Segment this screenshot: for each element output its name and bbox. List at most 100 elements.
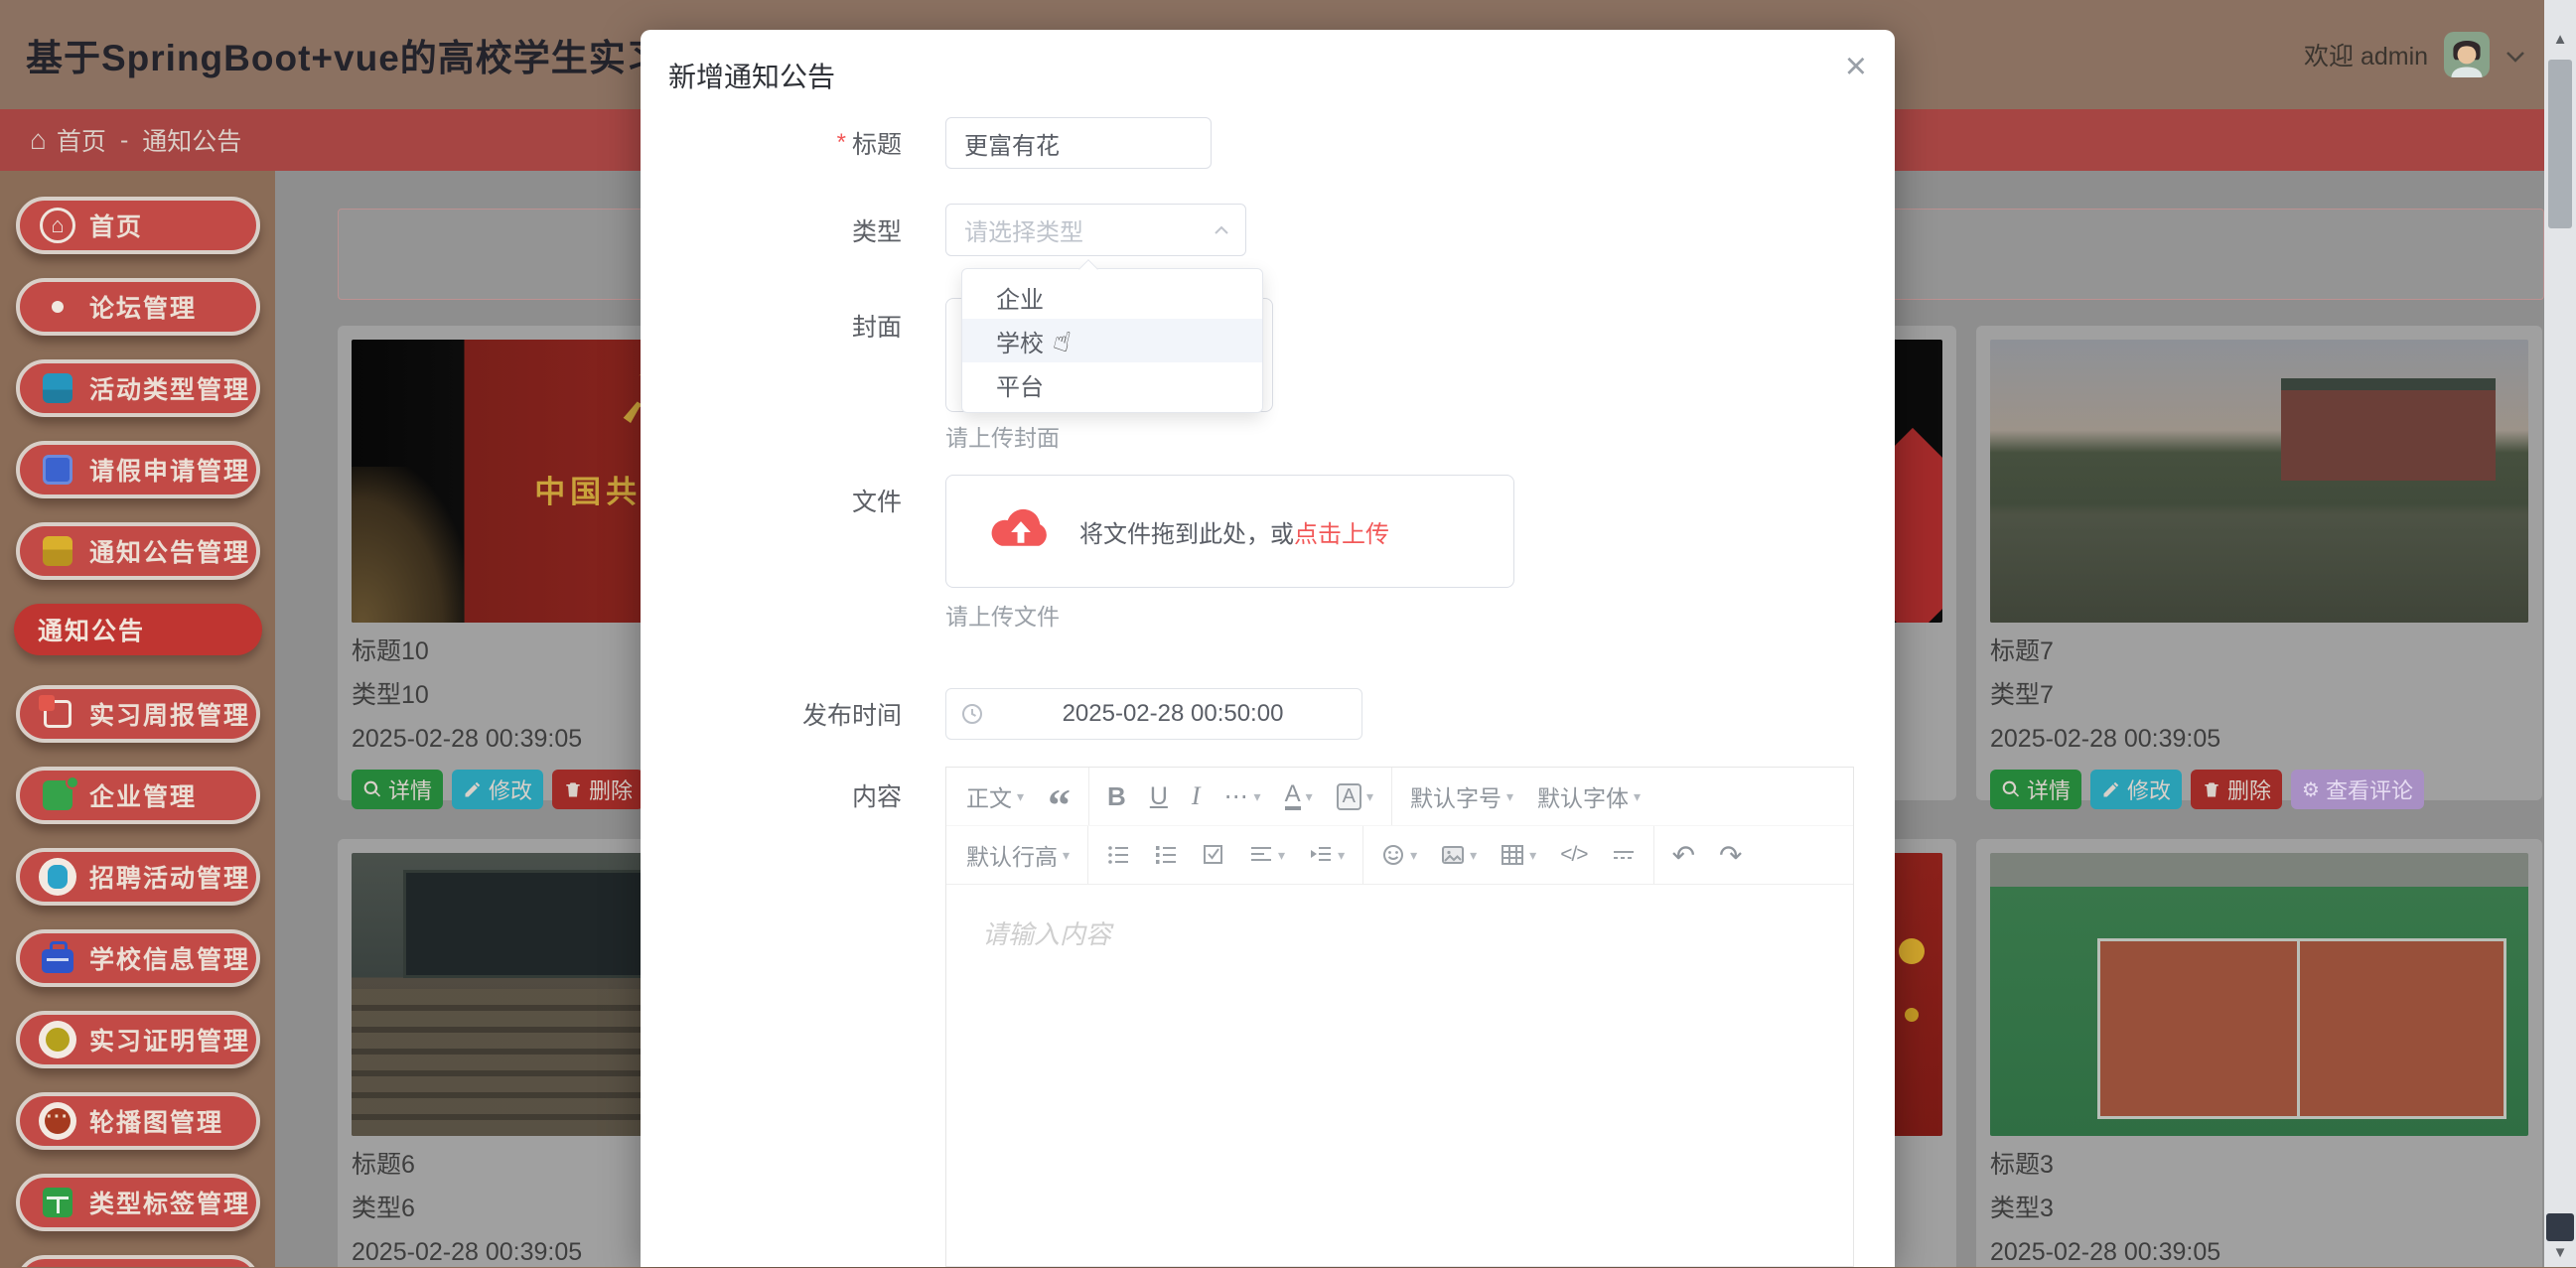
- emoji-menu[interactable]: ▾: [1369, 826, 1429, 884]
- align-menu[interactable]: ▾: [1237, 826, 1297, 884]
- card-actions: 详情修改删除⚙查看评论: [1990, 770, 2528, 809]
- card-edit-button[interactable]: 修改: [452, 770, 543, 809]
- type-field-label: 类型: [641, 204, 924, 256]
- sidebar-item[interactable]: 招聘活动管理: [16, 848, 260, 906]
- sidebar-item[interactable]: 实习周报管理: [16, 685, 260, 743]
- add-notice-modal: 新增通知公告 × * 标题 类型 请选择类型 封面 请上传封面 文件 将文件拖到…: [641, 30, 1895, 1267]
- font-color-menu[interactable]: A▾: [1273, 768, 1325, 825]
- title-input[interactable]: [946, 129, 1211, 157]
- type-option-enterprise[interactable]: 企业: [962, 275, 1262, 319]
- cover-hint: 请上传封面: [945, 419, 1060, 453]
- divider-button[interactable]: [1600, 826, 1647, 884]
- rich-text-editor: 正文▾ “ B U I ⋯▾ A▾ A▾ 默认字号▾ 默认字体▾ 默认行高▾: [945, 767, 1854, 1267]
- suitcase-icon: [42, 949, 73, 973]
- sidebar-item-partial[interactable]: [16, 1255, 260, 1267]
- font-size-menu[interactable]: 默认字号▾: [1398, 768, 1525, 825]
- card-detail-label: 详情: [388, 774, 432, 805]
- font-family-menu[interactable]: 默认字体▾: [1525, 768, 1652, 825]
- code-block-button[interactable]: </>: [1548, 826, 1599, 884]
- sidebar-item[interactable]: 请假申请管理: [16, 441, 260, 498]
- sidebar: ⌂首页论坛管理活动类型管理请假申请管理通知公告管理通知公告实习周报管理企业管理招…: [0, 171, 275, 1267]
- card-detail-button[interactable]: 详情: [1990, 770, 2081, 809]
- edit-icon: [2101, 779, 2121, 799]
- type-option-school[interactable]: 学校 ☝: [962, 319, 1262, 362]
- sidebar-item[interactable]: 企业管理: [16, 767, 260, 824]
- title-input-wrap: [945, 117, 1212, 169]
- sidebar-item-label: 通知公告管理: [89, 533, 250, 569]
- sidebar-item[interactable]: 轮播图管理: [16, 1092, 260, 1150]
- sidebar-item[interactable]: 通知公告管理: [16, 522, 260, 580]
- scrollbar-thumb[interactable]: [2548, 60, 2572, 228]
- card-type: 类型3: [1990, 1194, 2528, 1223]
- chevron-down-icon[interactable]: [2505, 41, 2525, 70]
- sidebar-item[interactable]: 学校信息管理: [16, 929, 260, 987]
- quote-icon[interactable]: “: [1036, 768, 1082, 825]
- sidebar-item[interactable]: 论坛管理: [16, 278, 260, 336]
- italic-button[interactable]: I: [1180, 768, 1213, 825]
- avatar[interactable]: [2444, 32, 2490, 77]
- redo-icon[interactable]: ↷: [1707, 826, 1754, 884]
- type-select[interactable]: 请选择类型: [945, 204, 1246, 256]
- card-delete-button[interactable]: 删除: [2191, 770, 2282, 809]
- toolbar-separator: [1391, 768, 1392, 825]
- paragraph-style-menu[interactable]: 正文▾: [954, 768, 1036, 825]
- editor-content-area[interactable]: 请输入内容: [946, 884, 1853, 1268]
- card-title: 标题7: [1990, 636, 2528, 666]
- more-styles-menu[interactable]: ⋯▾: [1213, 768, 1273, 825]
- card-delete-label: 删除: [589, 774, 633, 805]
- toolbar-separator: [1653, 826, 1654, 884]
- card-delete-button[interactable]: 删除: [552, 770, 644, 809]
- sidebar-item[interactable]: 活动类型管理: [16, 359, 260, 417]
- breadcrumb-current: 通知公告: [142, 122, 241, 158]
- required-asterisk: *: [837, 129, 846, 157]
- click-upload-link[interactable]: 点击上传: [1294, 521, 1389, 548]
- welcome-text: 欢迎 admin: [2304, 37, 2428, 72]
- sidebar-item-label: 企业管理: [89, 777, 197, 813]
- card-edit-button[interactable]: 修改: [2090, 770, 2182, 809]
- scrollbar[interactable]: ▲ ▼: [2544, 0, 2576, 1267]
- breadcrumb-separator: -: [120, 126, 128, 155]
- underline-button[interactable]: U: [1138, 768, 1180, 825]
- numbered-list-icon[interactable]: [1142, 826, 1190, 884]
- clock-icon: [960, 702, 984, 726]
- bg-color-menu[interactable]: A▾: [1325, 768, 1385, 825]
- sidebar-item[interactable]: 实习证明管理: [16, 1011, 260, 1068]
- home-icon: ⌂: [40, 208, 75, 243]
- editor-toolbar-row2: 默认行高▾ ▾ ▾ ▾: [946, 826, 1853, 884]
- sidebar-item-label: 请假申请管理: [89, 452, 250, 488]
- bold-button[interactable]: B: [1095, 768, 1138, 825]
- edit-icon: [463, 779, 483, 799]
- gear-icon: ⚙: [2302, 777, 2320, 802]
- home-icon: ⌂: [30, 124, 47, 156]
- file-upload-dropzone[interactable]: 将文件拖到此处，或点击上传: [945, 475, 1514, 588]
- scroll-up-arrow-icon[interactable]: ▲: [2544, 24, 2576, 54]
- file-field-label: 文件: [641, 475, 924, 526]
- publish-time-label: 发布时间: [641, 688, 924, 740]
- trash-icon: [2202, 779, 2221, 799]
- todo-list-icon[interactable]: [1190, 826, 1237, 884]
- toolbar-separator: [1362, 826, 1363, 884]
- publish-time-picker[interactable]: 2025-02-28 00:50:00: [945, 688, 1362, 740]
- type-option-platform[interactable]: 平台: [962, 362, 1262, 406]
- bullet-list-icon[interactable]: [1094, 826, 1142, 884]
- type-select-dropdown: 企业 学校 ☝ 平台: [961, 268, 1263, 413]
- indent-menu[interactable]: ▾: [1297, 826, 1357, 884]
- undo-icon[interactable]: ↶: [1660, 826, 1707, 884]
- sidebar-item[interactable]: 类型标签管理: [16, 1174, 260, 1231]
- content-field-label: 内容: [641, 767, 924, 824]
- line-height-menu[interactable]: 默认行高▾: [954, 826, 1081, 884]
- upload-cloud-icon: [988, 504, 1054, 559]
- table-menu[interactable]: ▾: [1489, 826, 1548, 884]
- close-icon[interactable]: ×: [1845, 48, 1867, 85]
- breadcrumb-home[interactable]: 首页: [57, 122, 106, 158]
- card-detail-button[interactable]: 详情: [352, 770, 443, 809]
- blue-crop-icon: [43, 455, 72, 485]
- sidebar-item[interactable]: ⌂首页: [16, 197, 260, 254]
- gold-notice-icon: [43, 536, 72, 566]
- scroll-down-arrow-icon[interactable]: ▼: [2544, 1237, 2576, 1267]
- image-menu[interactable]: ▾: [1429, 826, 1489, 884]
- card-comments-button[interactable]: ⚙查看评论: [2291, 770, 2424, 809]
- user-area[interactable]: 欢迎 admin: [2304, 0, 2525, 109]
- sidebar-item[interactable]: 通知公告: [14, 604, 262, 655]
- sidebar-item-label: 实习周报管理: [89, 696, 250, 732]
